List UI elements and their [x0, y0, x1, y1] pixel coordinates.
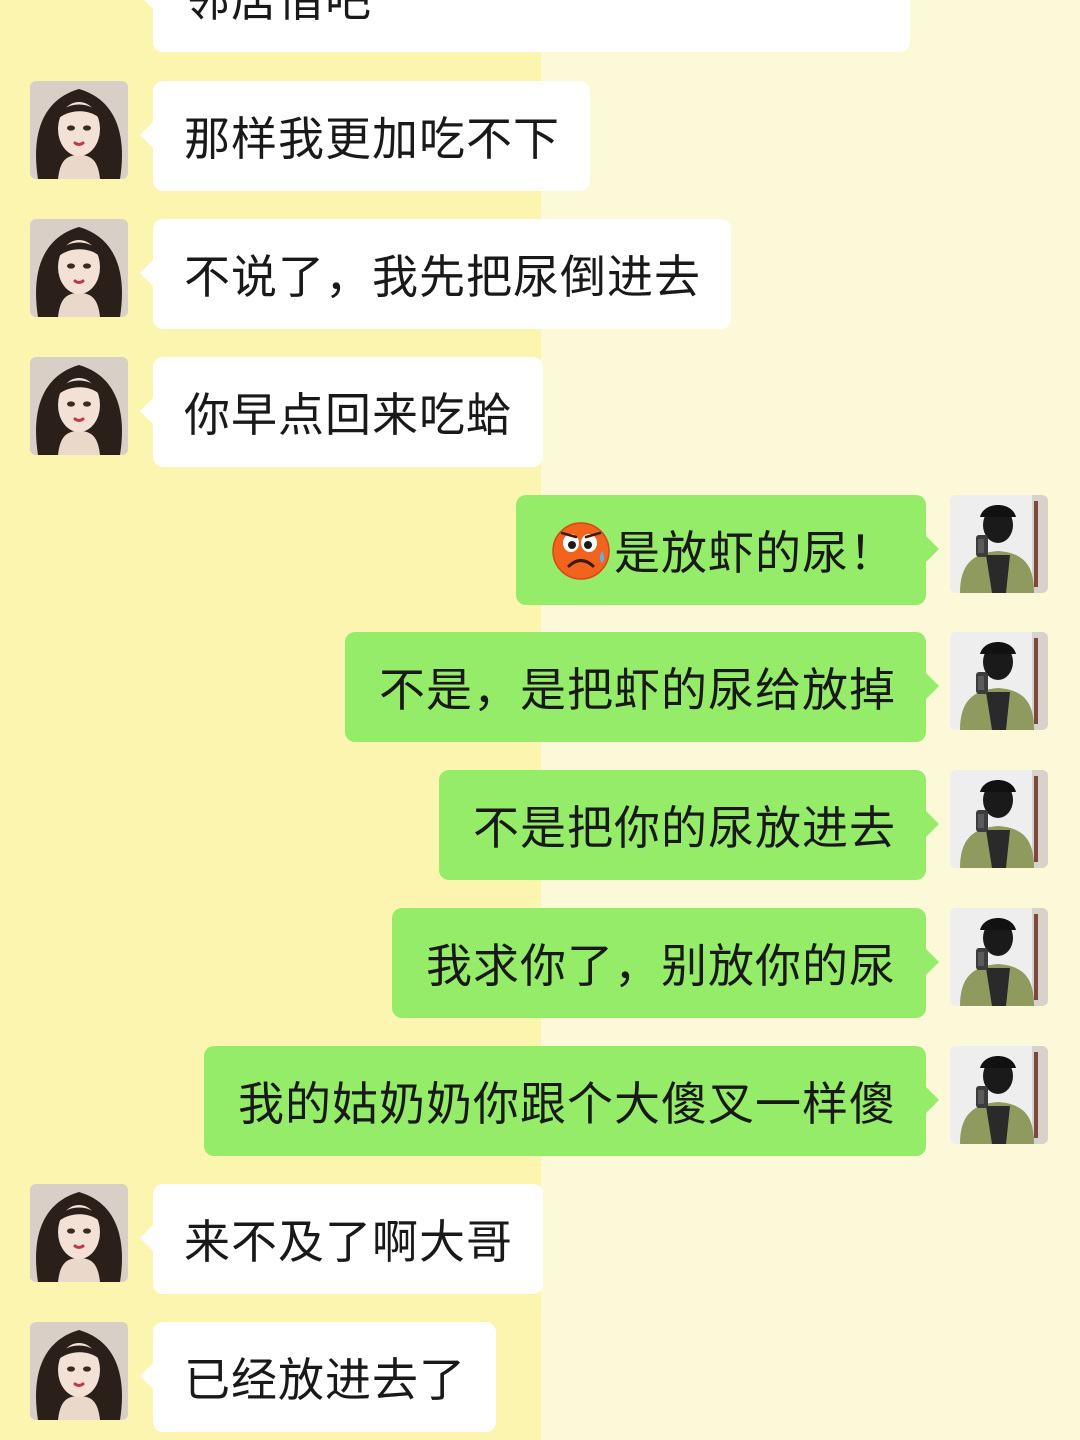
message-text: 不是把你的尿放进去 — [473, 801, 896, 855]
message-bubble[interactable]: 我求你了，别放你的尿 — [392, 908, 939, 1018]
contact-avatar[interactable] — [30, 1184, 128, 1282]
contact-avatar[interactable] — [30, 357, 128, 455]
message-bubble[interactable]: 已经放进去了 — [140, 1322, 496, 1432]
message-text: 邻居借吧 — [184, 0, 372, 27]
message-text: 那样我更加吃不下 — [184, 112, 560, 166]
contact-avatar[interactable] — [30, 1322, 128, 1420]
message-bubble[interactable]: 邻居借吧 — [140, 0, 910, 52]
message-row: 不是，是把虾的尿给放掉 — [0, 632, 1080, 742]
message-row: 不是把你的尿放进去 — [0, 770, 1080, 880]
message-row: 不说了，我先把尿倒进去 — [0, 219, 1080, 329]
message-row: 我求你了，别放你的尿 — [0, 908, 1080, 1018]
self-avatar[interactable] — [950, 770, 1048, 868]
message-row: 你早点回来吃蛤 — [0, 357, 1080, 467]
message-bubble[interactable]: 我的姑奶奶你跟个大傻叉一样傻 — [204, 1046, 939, 1156]
message-row: 来不及了啊大哥 — [0, 1184, 1080, 1294]
message-text: 不说了，我先把尿倒进去 — [184, 250, 701, 304]
message-row: 我的姑奶奶你跟个大傻叉一样傻 — [0, 1046, 1080, 1156]
message-bubble[interactable]: 你早点回来吃蛤 — [140, 357, 543, 467]
message-bubble[interactable]: 那样我更加吃不下 — [140, 81, 590, 191]
message-text: 不是，是把虾的尿给放掉 — [379, 663, 896, 717]
chat-message-list[interactable]: 邻居借吧 那样我更加吃不下 不说了，我先把尿倒进去 你早点回来吃蛤 是放虾的尿！… — [0, 0, 1080, 1440]
message-row: 是放虾的尿！ — [0, 495, 1080, 605]
message-bubble[interactable]: 不是把你的尿放进去 — [439, 770, 939, 880]
tearful-frown-emoji-icon — [550, 519, 612, 581]
message-text: 已经放进去了 — [184, 1353, 466, 1407]
self-avatar[interactable] — [950, 632, 1048, 730]
message-bubble[interactable]: 不是，是把虾的尿给放掉 — [345, 632, 939, 742]
message-row: 已经放进去了 — [0, 1322, 1080, 1432]
message-text: 我求你了，别放你的尿 — [426, 939, 896, 993]
contact-avatar[interactable] — [30, 81, 128, 179]
message-text: 是放虾的尿！ — [614, 526, 896, 580]
message-bubble[interactable]: 不说了，我先把尿倒进去 — [140, 219, 731, 329]
self-avatar[interactable] — [950, 908, 1048, 1006]
message-text: 你早点回来吃蛤 — [184, 388, 513, 442]
message-text: 来不及了啊大哥 — [184, 1215, 513, 1269]
contact-avatar[interactable] — [30, 219, 128, 317]
self-avatar[interactable] — [950, 1046, 1048, 1144]
message-bubble[interactable]: 是放虾的尿！ — [516, 495, 939, 605]
message-bubble[interactable]: 来不及了啊大哥 — [140, 1184, 543, 1294]
message-row: 邻居借吧 — [0, 0, 1080, 52]
self-avatar[interactable] — [950, 495, 1048, 593]
message-text: 我的姑奶奶你跟个大傻叉一样傻 — [238, 1077, 896, 1131]
message-row: 那样我更加吃不下 — [0, 81, 1080, 191]
